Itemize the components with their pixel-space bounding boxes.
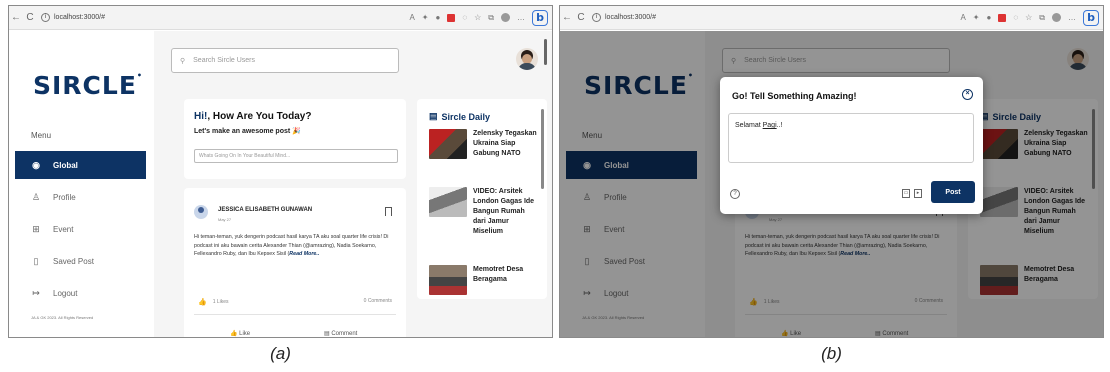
- post-button[interactable]: Post: [931, 181, 975, 203]
- shield-icon[interactable]: ◌: [1013, 13, 1018, 22]
- media-buttons: ▭ ▸: [902, 189, 922, 198]
- menu-heading: Menu: [31, 131, 52, 140]
- read-more-link[interactable]: Read More..: [289, 251, 319, 257]
- create-post-card: Hi!, How Are You Today? Let's make an aw…: [184, 99, 406, 179]
- screenshot-a: ← C i localhost:3000/# A ✦ ● ◌ ☆ ⧉ … b SI…: [8, 5, 553, 338]
- globe-icon: ◉: [32, 159, 40, 170]
- sidebar-item-profile[interactable]: ♙ Profile: [15, 183, 146, 211]
- thumbs-up-icon: 👍: [198, 299, 207, 306]
- profile-avatar-icon[interactable]: [1052, 13, 1061, 22]
- read-aloud-icon[interactable]: A: [409, 13, 414, 22]
- close-icon[interactable]: ×: [962, 89, 973, 100]
- address-bar[interactable]: i localhost:3000/#: [41, 13, 105, 22]
- news-image: [429, 129, 467, 159]
- post-textarea[interactable]: Selamat Pagi..!: [728, 113, 974, 163]
- comment-button[interactable]: ▤ Comment: [324, 330, 357, 337]
- sidebar: SIRCLE• Menu ◉ Global ♙ Profile ⊞ Event ▯ Sa…: [9, 31, 154, 337]
- post-text: Hi teman-teman, yuk dengerin podcast has…: [194, 234, 389, 257]
- address-bar[interactable]: i localhost:3000/#: [592, 13, 656, 22]
- logo[interactable]: SIRCLE•: [33, 71, 143, 100]
- browser-tools: A ✦ ● ◌ ☆ ⧉ … b: [960, 9, 1103, 26]
- divider: [194, 314, 396, 315]
- shield-icon[interactable]: ◌: [462, 13, 467, 22]
- create-post-modal: Go! Tell Something Amazing! × Selamat Pa…: [720, 77, 983, 214]
- logo-mark: •: [136, 70, 144, 80]
- more-icon[interactable]: …: [1068, 13, 1076, 22]
- image-icon[interactable]: ▭: [902, 189, 910, 198]
- browser-toolbar: ← C i localhost:3000/# A ✦ ● ◌ ☆ ⧉ … b: [9, 6, 552, 30]
- bing-icon[interactable]: b: [1083, 9, 1099, 26]
- refresh-icon[interactable]: C: [23, 12, 37, 23]
- bookmark-icon: ▯: [33, 255, 39, 266]
- url-text: localhost:3000/#: [605, 14, 656, 21]
- sidebar-item-logout[interactable]: ↦ Logout: [15, 279, 146, 307]
- newspaper-icon: ▤: [429, 111, 438, 121]
- collections-icon[interactable]: ⧉: [488, 13, 494, 23]
- extension-icon[interactable]: ✦: [973, 13, 980, 22]
- sidebar-item-saved-post[interactable]: ▯ Saved Post: [15, 247, 146, 275]
- extension-icon-2[interactable]: ●: [436, 13, 441, 22]
- figure-label-a: (a): [270, 344, 291, 363]
- extension-icon[interactable]: ✦: [422, 13, 429, 22]
- likes-count: 👍 1 Likes: [198, 299, 229, 306]
- extension-icon-2[interactable]: ●: [987, 13, 992, 22]
- favorites-icon[interactable]: ☆: [474, 13, 481, 22]
- search-icon: ⚲: [180, 57, 186, 65]
- author-name[interactable]: JESSICA ELISABETH GUNAWAN: [218, 207, 312, 213]
- feed-post: JESSICA ELISABETH GUNAWAN May 27 Hi tema…: [184, 188, 406, 337]
- user-icon: ♙: [31, 191, 41, 202]
- figure-label-b: (b): [821, 344, 842, 363]
- sidebar-item-event[interactable]: ⊞ Event: [15, 215, 146, 243]
- news-image: [429, 187, 467, 217]
- greeting-subtitle: Let's make an awesome post 🎉: [194, 128, 301, 135]
- sidebar-item-global[interactable]: ◉ Global: [15, 151, 146, 179]
- back-icon[interactable]: ←: [560, 12, 574, 23]
- back-icon[interactable]: ←: [9, 12, 23, 23]
- daily-title: ▤ Sircle Daily: [429, 111, 491, 122]
- url-text: localhost:3000/#: [54, 14, 105, 21]
- pdf-extension-icon[interactable]: [447, 13, 456, 22]
- pdf-extension-icon[interactable]: [998, 13, 1007, 22]
- browser-tools: A ✦ ● ◌ ☆ ⧉ … b: [409, 9, 552, 26]
- copyright: JA & GK 2023. All Rights Reserved: [31, 315, 94, 320]
- app-area: SIRCLE• Menu ◉ Global ♙ Profile ⊞ Event ▯ Sa…: [9, 31, 552, 337]
- search-input[interactable]: ⚲ Search Sircle Users: [171, 48, 399, 73]
- refresh-icon[interactable]: C: [574, 12, 588, 23]
- news-item[interactable]: VIDEO: Arsitek London Gagas Ide Bangun R…: [429, 187, 539, 237]
- greeting-title: Hi!, How Are You Today?: [194, 111, 312, 122]
- post-input[interactable]: Whats Going On In Your Beautiful Mind...: [194, 149, 398, 163]
- collections-icon[interactable]: ⧉: [1039, 13, 1045, 23]
- post-date: May 27: [218, 217, 232, 222]
- modal-title: Go! Tell Something Amazing!: [732, 91, 857, 101]
- bookmark-icon[interactable]: [385, 207, 392, 216]
- news-image: [429, 265, 467, 295]
- bing-icon[interactable]: b: [532, 9, 548, 26]
- like-button[interactable]: 👍 Like: [230, 330, 250, 337]
- sircle-daily-card: ▤ Sircle Daily Zelensky Tegaskan Ukraina …: [417, 99, 547, 299]
- calendar-icon: ⊞: [32, 223, 40, 234]
- profile-avatar-icon[interactable]: [501, 13, 510, 22]
- user-avatar[interactable]: [516, 48, 538, 70]
- scrollbar[interactable]: [541, 109, 544, 189]
- news-item[interactable]: Zelensky Tegaskan Ukraina Siap Gabung NA…: [429, 129, 539, 159]
- comments-count[interactable]: 0 Comments: [364, 298, 392, 304]
- page-scrollbar[interactable]: [544, 39, 547, 65]
- read-aloud-icon[interactable]: A: [960, 13, 965, 22]
- favorites-icon[interactable]: ☆: [1025, 13, 1032, 22]
- news-item[interactable]: Memotret Desa Beragama: [429, 265, 539, 295]
- info-icon: i: [41, 13, 50, 22]
- screenshot-b: ← C i localhost:3000/# A ✦ ● ◌ ☆ ⧉ … b SI…: [559, 5, 1104, 338]
- more-icon[interactable]: …: [517, 13, 525, 22]
- logout-icon: ↦: [32, 287, 40, 298]
- browser-toolbar: ← C i localhost:3000/# A ✦ ● ◌ ☆ ⧉ … b: [560, 6, 1103, 30]
- help-icon[interactable]: ?: [730, 189, 740, 199]
- author-avatar[interactable]: [194, 205, 208, 219]
- video-icon[interactable]: ▸: [914, 189, 922, 198]
- info-icon: i: [592, 13, 601, 22]
